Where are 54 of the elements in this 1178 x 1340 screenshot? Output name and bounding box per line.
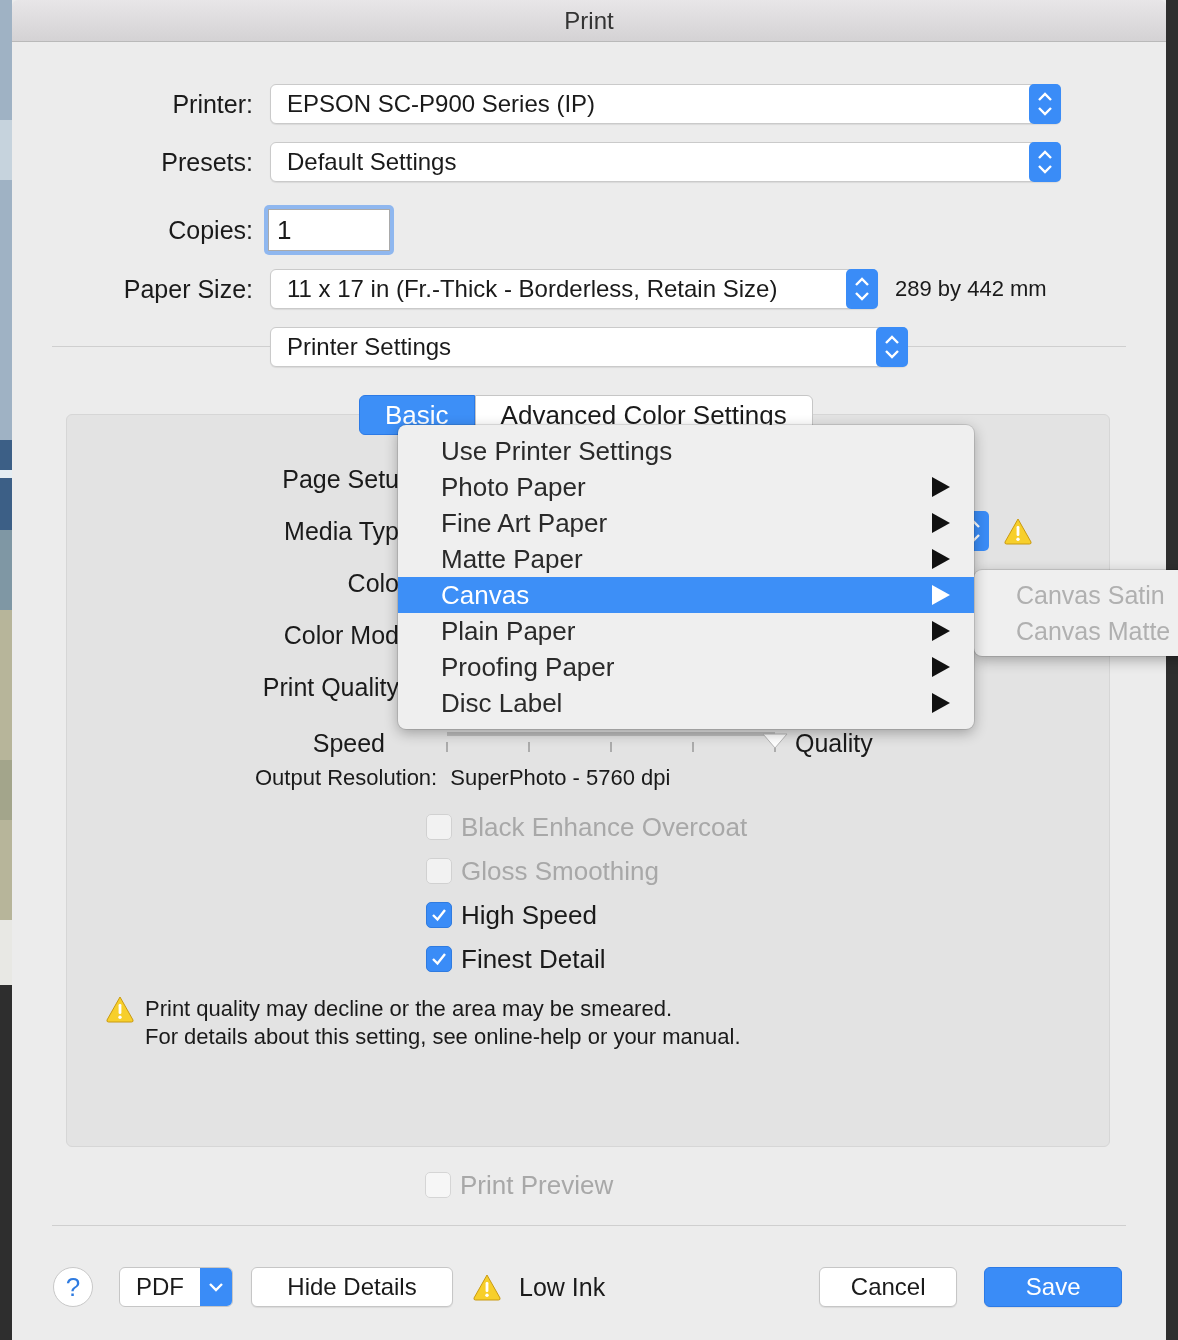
window-title: Print <box>564 6 614 35</box>
submenu-arrow-icon <box>932 621 950 641</box>
menu-item[interactable]: Fine Art Paper <box>398 505 974 541</box>
submenu-arrow-icon <box>932 513 950 533</box>
field-label: Copies: <box>167 215 253 245</box>
menu-item[interactable]: Matte Paper <box>398 541 974 577</box>
stepper-icon <box>876 327 908 367</box>
warning-icon <box>106 995 134 1023</box>
setting-label: Color Mod <box>282 620 399 650</box>
checkbox-label: Gloss Smoothing <box>461 855 659 887</box>
presets-dropdown[interactable]: Default Settings <box>270 142 1061 182</box>
field-label: Paper Size: <box>122 274 253 304</box>
field-label: Presets: <box>160 147 253 177</box>
copies-field[interactable]: 1 <box>268 209 390 251</box>
output-resolution-label: Output Resolution: <box>255 765 438 791</box>
stepper-icon <box>846 269 878 309</box>
submenu-arrow-icon <box>932 477 950 497</box>
section-dropdown[interactable]: Printer Settings <box>270 327 908 367</box>
status-text: Low Ink <box>519 1272 606 1302</box>
setting-label: Print Quality <box>261 672 399 702</box>
help-button[interactable]: ? <box>53 1267 93 1307</box>
slider-end-label: Quality <box>795 728 873 758</box>
hide-details-button[interactable]: Hide Details <box>251 1267 453 1307</box>
menu-item[interactable]: Photo Paper <box>398 469 974 505</box>
submenu-arrow-icon <box>932 693 950 713</box>
slider-thumb[interactable] <box>762 733 788 749</box>
menu-item[interactable]: Plain Paper <box>398 613 974 649</box>
checkbox-label: Finest Detail <box>461 943 606 975</box>
setting-label: Colo <box>346 568 399 598</box>
pdf-button[interactable]: PDF <box>119 1267 233 1307</box>
submenu-arrow-icon <box>932 549 950 569</box>
menu-item[interactable]: Use Printer Settings <box>398 433 974 469</box>
setting-label: Page Setu <box>281 464 399 494</box>
setting-label: Speed <box>311 728 385 758</box>
stepper-icon <box>1029 142 1061 182</box>
warning-message: Print quality may decline or the area may be smeared. For details about this setting, see online-help or your manual. <box>145 995 741 1051</box>
paper-size-dropdown[interactable]: 11 x 17 in (Fr.-Thick - Borderless, Retain Size) <box>270 269 878 309</box>
cancel-button[interactable]: Cancel <box>819 1267 958 1307</box>
submenu-arrow-icon <box>932 585 950 605</box>
setting-label: Media Typ <box>283 516 399 546</box>
printer-dropdown[interactable]: EPSON SC-P900 Series (IP) <box>270 84 1061 124</box>
checkbox[interactable] <box>426 946 452 972</box>
checkbox[interactable] <box>426 902 452 928</box>
chevron-icon <box>200 1268 232 1306</box>
output-resolution-value: SuperPhoto - 5760 dpi <box>450 765 671 791</box>
submenu-arrow-icon <box>932 657 950 677</box>
stepper-icon <box>1029 84 1061 124</box>
menu-item[interactable]: Proofing Paper <box>398 649 974 685</box>
checkbox-label: Black Enhance Overcoat <box>461 811 748 843</box>
menu-item[interactable]: Disc Label <box>398 685 974 721</box>
paper-dimensions: 289 by 442 mm <box>895 276 1047 302</box>
checkbox-label: High Speed <box>461 899 597 931</box>
field-label: Printer: <box>171 89 253 119</box>
checkbox-label: Print Preview <box>460 1169 614 1201</box>
